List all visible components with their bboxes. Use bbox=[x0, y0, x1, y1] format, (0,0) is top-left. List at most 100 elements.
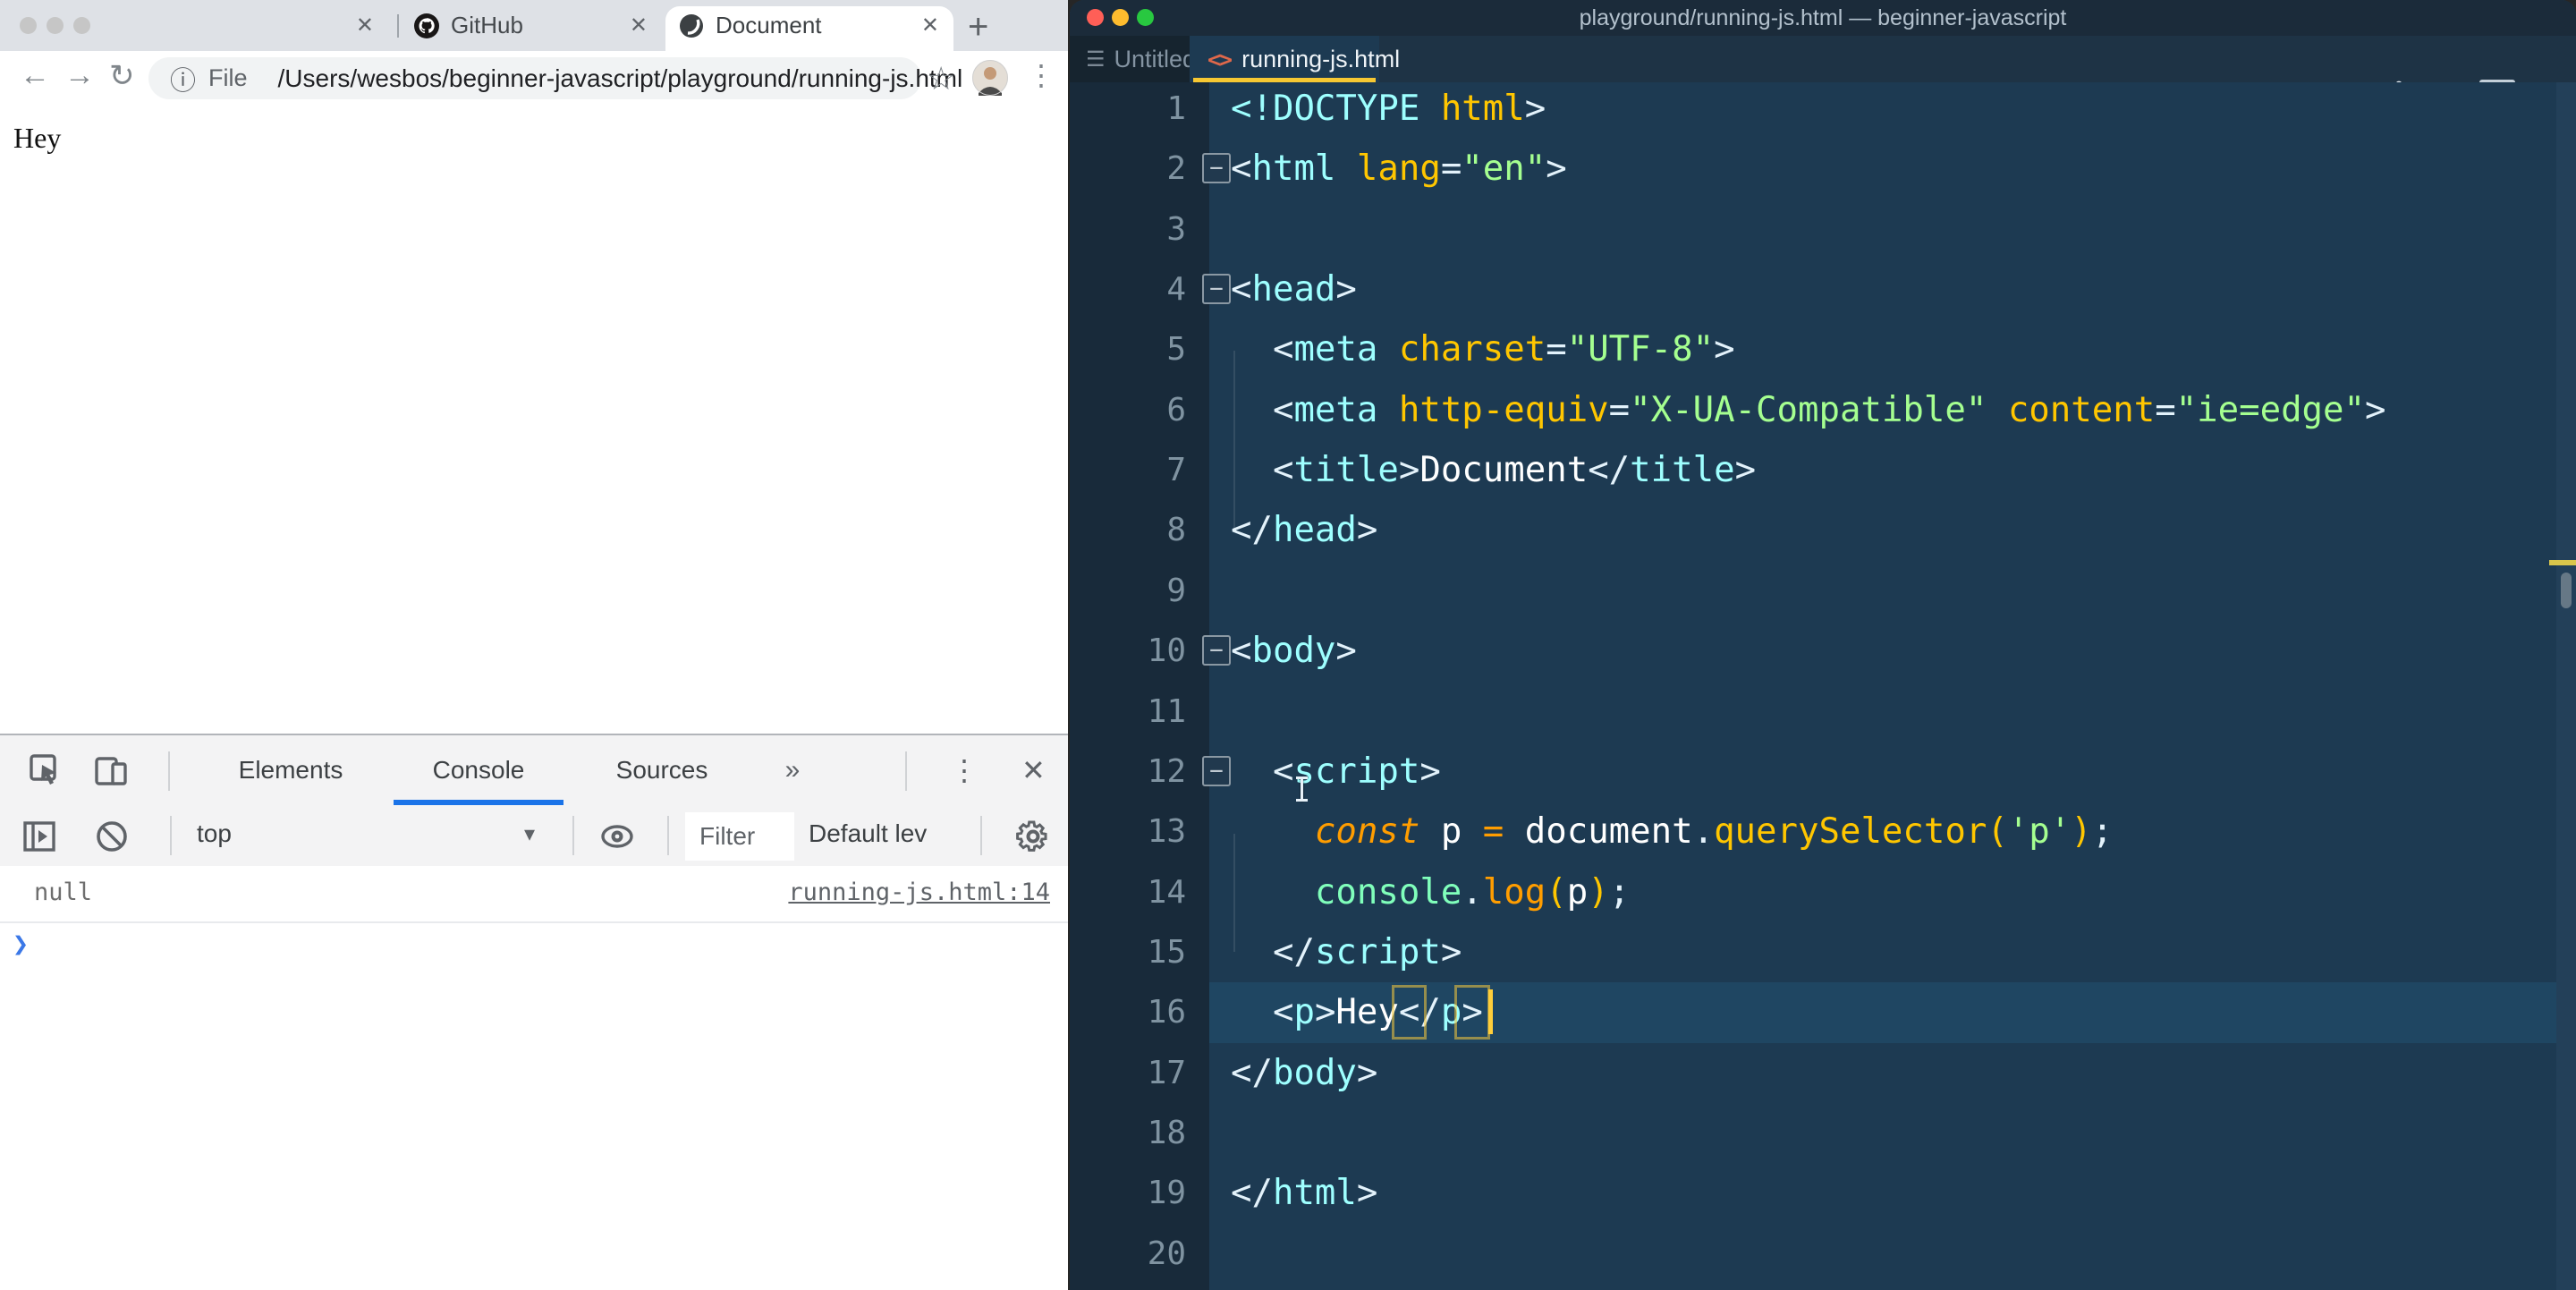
fold-icon[interactable]: − bbox=[1202, 274, 1231, 304]
console-output: null running-js.html:14 ❯ bbox=[0, 866, 1068, 1290]
active-devtools-tab-underline bbox=[394, 800, 564, 805]
code-text: <html lang="en"> bbox=[1231, 139, 1567, 199]
code-line-10[interactable]: 10−<body> bbox=[1070, 621, 2576, 681]
console-sidebar-icon[interactable] bbox=[21, 818, 59, 855]
line-number: 10 bbox=[1070, 621, 1186, 681]
browser-toolbar: ← → ↻ ⓘ File /Users/wesbos/beginner-java… bbox=[0, 51, 1068, 106]
console-filter-input[interactable]: Filter bbox=[685, 812, 794, 861]
line-number: 6 bbox=[1070, 380, 1186, 440]
code-line-5[interactable]: 5 <meta charset="UTF-8"> bbox=[1070, 319, 2576, 379]
code-icon: <> bbox=[1208, 47, 1231, 72]
code-line-1[interactable]: 1<!DOCTYPE html> bbox=[1070, 79, 2576, 139]
console-message-text: null bbox=[34, 878, 92, 906]
devtools-tab-elements[interactable]: Elements bbox=[206, 735, 376, 805]
devtools-tab-console[interactable]: Console bbox=[394, 735, 564, 805]
close-tab-icon[interactable]: ✕ bbox=[626, 12, 651, 40]
url-text[interactable]: /Users/wesbos/beginner-javascript/playgr… bbox=[278, 64, 963, 93]
code-line-18[interactable]: 18 bbox=[1070, 1103, 2576, 1163]
inspect-element-icon[interactable] bbox=[27, 751, 66, 791]
avatar[interactable] bbox=[971, 59, 1009, 97]
code-line-15[interactable]: 15 </script> bbox=[1070, 922, 2576, 982]
new-tab-button[interactable]: + bbox=[968, 7, 988, 47]
filter-placeholder: Filter bbox=[699, 822, 755, 851]
code-line-8[interactable]: 8</head> bbox=[1070, 500, 2576, 560]
code-text: <script> bbox=[1231, 742, 1441, 802]
code-line-13[interactable]: 13 const p = document.querySelector('p')… bbox=[1070, 802, 2576, 861]
clear-console-icon[interactable] bbox=[93, 818, 131, 855]
code-line-20[interactable]: 20 bbox=[1070, 1224, 2576, 1284]
line-number: 12 bbox=[1070, 742, 1186, 802]
code-line-6[interactable]: 6 <meta http-equiv="X-UA-Compatible" con… bbox=[1070, 380, 2576, 440]
line-number: 2 bbox=[1070, 139, 1186, 199]
context-selector[interactable]: top bbox=[197, 819, 232, 848]
devtools-close-icon[interactable]: ✕ bbox=[1021, 753, 1046, 787]
overview-ruler[interactable] bbox=[2556, 82, 2576, 1290]
list-icon: ☰ bbox=[1086, 47, 1106, 72]
line-number: 20 bbox=[1070, 1224, 1186, 1284]
line-number: 18 bbox=[1070, 1103, 1186, 1163]
devtools-tab-sources[interactable]: Sources bbox=[581, 735, 742, 805]
code-line-9[interactable]: 9 bbox=[1070, 561, 2576, 621]
window-minimize-button[interactable] bbox=[47, 17, 64, 34]
window-zoom-button[interactable] bbox=[73, 17, 90, 34]
code-line-7[interactable]: 7 <title>Document</title> bbox=[1070, 440, 2576, 500]
line-number: 5 bbox=[1070, 319, 1186, 379]
code-editor[interactable]: 1<!DOCTYPE html>2−<html lang="en">34−<he… bbox=[1070, 82, 2576, 1290]
code-text: </html> bbox=[1231, 1163, 1377, 1223]
line-number: 14 bbox=[1070, 862, 1186, 922]
close-tab-icon[interactable]: ✕ bbox=[352, 12, 377, 40]
editor-window: playground/running-js.html — beginner-ja… bbox=[1070, 0, 2576, 1290]
code-line-17[interactable]: 17</body> bbox=[1070, 1043, 2576, 1103]
editor-tab-running-js[interactable]: <> running-js.html bbox=[1190, 36, 1379, 82]
fold-icon[interactable]: − bbox=[1202, 153, 1231, 183]
browser-menu-icon[interactable]: ⋮ bbox=[1027, 58, 1055, 92]
browser-tab-hidden[interactable]: ✕ bbox=[134, 0, 385, 51]
scrollbar-thumb[interactable] bbox=[2561, 573, 2572, 608]
browser-tab-document[interactable]: Document ✕ bbox=[665, 0, 953, 51]
console-prompt-row[interactable]: ❯ bbox=[0, 921, 1068, 975]
github-icon bbox=[413, 13, 440, 39]
back-icon[interactable]: ← bbox=[20, 58, 50, 93]
code-line-3[interactable]: 3 bbox=[1070, 199, 2576, 259]
window-close-button[interactable] bbox=[20, 17, 37, 34]
fold-icon[interactable]: − bbox=[1202, 635, 1231, 666]
code-line-19[interactable]: 19 </html> bbox=[1070, 1163, 2576, 1223]
page-paragraph: Hey bbox=[13, 122, 61, 155]
tab-separator bbox=[397, 14, 399, 38]
log-level-selector[interactable]: Default lev bbox=[809, 819, 927, 848]
close-tab-icon[interactable]: ✕ bbox=[918, 12, 943, 40]
reload-icon[interactable]: ↻ bbox=[109, 58, 135, 94]
forward-icon[interactable]: → bbox=[64, 58, 95, 93]
line-number: 19 bbox=[1070, 1163, 1186, 1223]
toolbar-separator bbox=[667, 816, 669, 855]
page-content: Hey bbox=[0, 106, 1068, 734]
matched-bracket: < bbox=[1399, 992, 1419, 1032]
code-text: <p>Hey</p> bbox=[1231, 982, 1493, 1042]
code-line-16[interactable]: 16 <p>Hey</p> bbox=[1070, 982, 2576, 1042]
ruler-cursor-mark bbox=[2549, 560, 2576, 565]
line-number: 9 bbox=[1070, 561, 1186, 621]
code-line-12[interactable]: 12− <script> bbox=[1070, 742, 2576, 802]
live-expression-eye-icon[interactable] bbox=[597, 818, 637, 855]
code-text: <body> bbox=[1231, 621, 1357, 681]
browser-tab-github[interactable]: GitHub ✕ bbox=[404, 0, 660, 51]
console-source-link[interactable]: running-js.html:14 bbox=[788, 878, 1050, 906]
fold-icon[interactable]: − bbox=[1202, 756, 1231, 786]
bookmark-star-icon[interactable]: ☆ bbox=[927, 60, 955, 98]
code-line-14[interactable]: 14 console.log(p); bbox=[1070, 862, 2576, 922]
editor-tab-untitled[interactable]: ☰ Untitled-1 bbox=[1070, 36, 1190, 82]
info-icon[interactable]: ⓘ bbox=[170, 60, 196, 98]
text-cursor bbox=[1488, 989, 1493, 1034]
code-line-4[interactable]: 4−<head> bbox=[1070, 259, 2576, 319]
devtools-menu-icon[interactable]: ⋮ bbox=[950, 753, 979, 787]
console-message-row: null running-js.html:14 bbox=[0, 866, 1068, 923]
code-line-11[interactable]: 11 bbox=[1070, 682, 2576, 742]
console-settings-gear-icon[interactable] bbox=[1014, 818, 1052, 855]
browser-window: ✕ GitHub ✕ Document ✕ + ← → bbox=[0, 0, 1068, 1290]
editor-window-title: playground/running-js.html — beginner-ja… bbox=[1070, 5, 2576, 31]
chevron-down-icon[interactable]: ▾ bbox=[524, 821, 535, 847]
device-toolbar-icon[interactable] bbox=[91, 750, 132, 791]
address-bar[interactable]: ⓘ File /Users/wesbos/beginner-javascript… bbox=[148, 57, 921, 99]
code-line-2[interactable]: 2−<html lang="en"> bbox=[1070, 139, 2576, 199]
more-tabs-icon[interactable]: » bbox=[766, 735, 819, 805]
